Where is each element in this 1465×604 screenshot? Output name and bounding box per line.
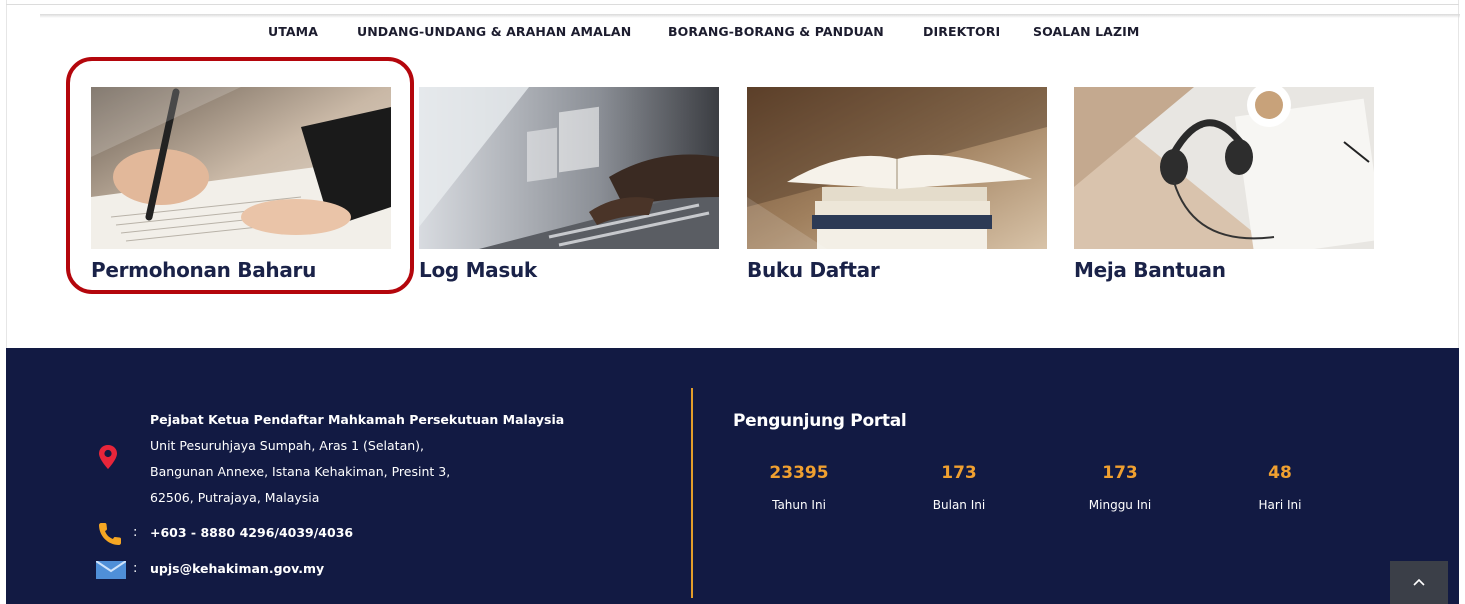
stat-label: Bulan Ini (932, 498, 986, 512)
card-image-laptop[interactable] (419, 87, 719, 249)
nav-shadow (40, 14, 1460, 18)
site-footer: Pejabat Ketua Pendaftar Mahkamah Perseku… (6, 348, 1459, 604)
card-buku-daftar[interactable]: Buku Daftar (747, 87, 1047, 282)
nav-item-soalan-lazim[interactable]: SOALAN LAZIM (1033, 24, 1139, 39)
stat-label: Tahun Ini (772, 498, 826, 512)
stat-label: Minggu Ini (1088, 498, 1152, 512)
stat-value: 23395 (769, 463, 829, 483)
card-title[interactable]: Meja Bantuan (1074, 258, 1226, 282)
stat-value: 173 (941, 463, 977, 483)
address-line-2: Bangunan Annexe, Istana Kehakiman, Presi… (150, 464, 451, 479)
stat-value: 48 (1268, 463, 1292, 483)
highlight-annotation (66, 57, 414, 294)
stat-hari-ini: 48 Hari Ini (1200, 463, 1360, 512)
phone-number[interactable]: +603 - 8880 4296/4039/4036 (150, 525, 353, 540)
back-to-top-button[interactable] (1390, 561, 1448, 604)
nav-item-utama[interactable]: UTAMA (268, 24, 318, 39)
phone-colon: : (133, 525, 138, 540)
nav-item-direktori[interactable]: DIREKTORI (923, 24, 1000, 39)
stat-tahun-ini: 23395 Tahun Ini (719, 463, 879, 512)
nav-item-borang[interactable]: BORANG-BORANG & PANDUAN (668, 24, 884, 39)
top-divider (6, 4, 1459, 5)
card-log-masuk[interactable]: Log Masuk (419, 87, 719, 282)
stat-label: Hari Ini (1258, 498, 1302, 512)
card-title[interactable]: Log Masuk (419, 258, 537, 282)
stat-minggu-ini: 173 Minggu Ini (1040, 463, 1200, 512)
footer-divider (691, 388, 693, 598)
mail-icon (95, 560, 127, 584)
main-nav: UTAMA UNDANG-UNDANG & ARAHAN AMALAN BORA… (0, 24, 1465, 40)
card-image-books[interactable] (747, 87, 1047, 249)
email-address[interactable]: upjs@kehakiman.gov.my (150, 561, 324, 576)
visitor-stats-title: Pengunjung Portal (733, 411, 907, 431)
location-pin-icon (98, 444, 118, 475)
card-title[interactable]: Buku Daftar (747, 258, 880, 282)
office-name: Pejabat Ketua Pendaftar Mahkamah Perseku… (150, 412, 565, 427)
chevron-up-icon (1413, 578, 1425, 586)
phone-icon (96, 522, 124, 551)
card-image-headphones[interactable] (1074, 87, 1374, 249)
address-line-1: Unit Pesuruhjaya Sumpah, Aras 1 (Selatan… (150, 438, 425, 453)
stat-bulan-ini: 173 Bulan Ini (879, 463, 1039, 512)
address-line-3: 62506, Putrajaya, Malaysia (150, 490, 320, 505)
email-colon: : (133, 561, 138, 576)
stat-value: 173 (1102, 463, 1138, 483)
card-meja-bantuan[interactable]: Meja Bantuan (1074, 87, 1374, 282)
nav-item-undang-undang[interactable]: UNDANG-UNDANG & ARAHAN AMALAN (357, 24, 631, 39)
